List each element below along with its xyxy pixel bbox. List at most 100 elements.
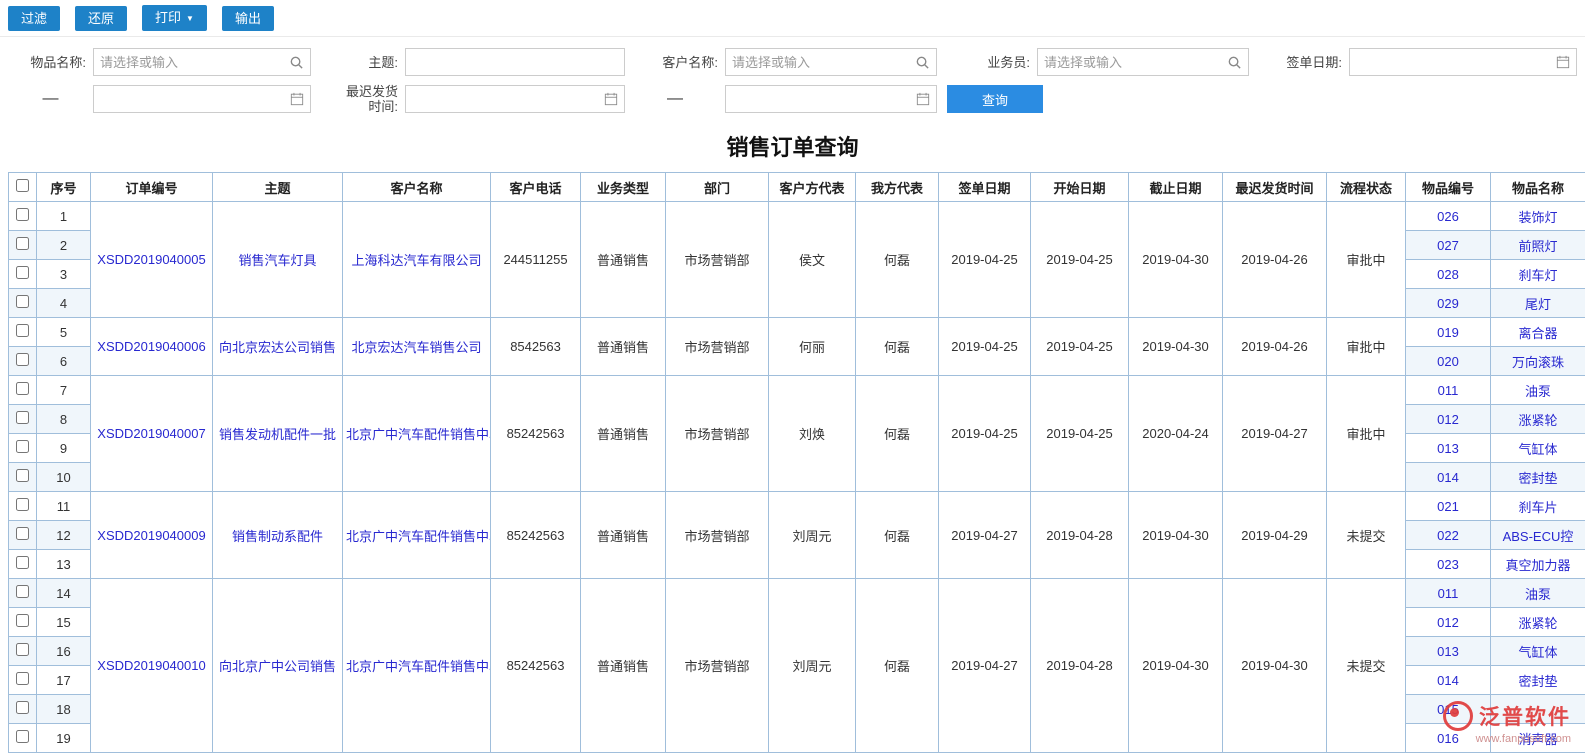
- row-checkbox[interactable]: [16, 730, 29, 743]
- item-no-link[interactable]: 011: [1438, 383, 1459, 398]
- end-date-cell: 2019-04-30: [1129, 579, 1223, 753]
- item-no-link[interactable]: 012: [1437, 615, 1459, 630]
- item-no-link[interactable]: 027: [1437, 238, 1459, 253]
- sign-date-start-input[interactable]: [1350, 50, 1556, 74]
- row-checkbox[interactable]: [16, 440, 29, 453]
- row-checkbox[interactable]: [16, 585, 29, 598]
- export-button[interactable]: 输出: [222, 6, 274, 31]
- row-checkbox[interactable]: [16, 469, 29, 482]
- item-name-link[interactable]: 油泵: [1525, 587, 1551, 602]
- table-row: 11XSDD2019040009销售制动系配件北京广中汽车配件销售中心85242…: [9, 492, 1585, 521]
- row-checkbox[interactable]: [16, 295, 29, 308]
- filter-button[interactable]: 过滤: [8, 6, 60, 31]
- item-no-link[interactable]: 028: [1437, 267, 1459, 282]
- row-checkbox[interactable]: [16, 382, 29, 395]
- item-no-link[interactable]: 011: [1438, 586, 1459, 601]
- customer-cell: 上海科达汽车有限公司: [343, 202, 491, 318]
- item-no-link[interactable]: 012: [1437, 412, 1459, 427]
- item-name-link[interactable]: 密封垫: [1518, 674, 1557, 689]
- item-no-cell: 012: [1406, 608, 1491, 637]
- restore-button[interactable]: 还原: [75, 6, 127, 31]
- customer-link[interactable]: 北京广中汽车配件销售中心: [346, 427, 491, 442]
- item-no-link[interactable]: 021: [1437, 499, 1459, 514]
- item-no-link[interactable]: 014: [1437, 470, 1459, 485]
- item-name-link[interactable]: 前照灯: [1518, 239, 1557, 254]
- row-checkbox[interactable]: [16, 614, 29, 627]
- row-checkbox[interactable]: [16, 672, 29, 685]
- item-no-link[interactable]: 023: [1437, 557, 1459, 572]
- item-no-link[interactable]: 014: [1437, 673, 1459, 688]
- row-checkbox[interactable]: [16, 498, 29, 511]
- item-name-link[interactable]: 离合器: [1518, 326, 1557, 341]
- subject-link[interactable]: 向北京宏达公司销售: [219, 340, 336, 355]
- subject-link[interactable]: 销售制动系配件: [232, 529, 323, 544]
- sign-date-end-input[interactable]: [94, 87, 290, 111]
- column-header: 订单编号: [91, 173, 213, 202]
- row-checkbox[interactable]: [16, 266, 29, 279]
- item-no-link[interactable]: 019: [1437, 325, 1459, 340]
- order-number-link[interactable]: XSDD2019040009: [97, 528, 205, 543]
- search-icon[interactable]: [289, 55, 304, 70]
- checkbox-cell: [9, 550, 37, 579]
- item-no-link[interactable]: 026: [1437, 209, 1459, 224]
- item-name-link[interactable]: 气缸体: [1518, 645, 1557, 660]
- select-all-checkbox[interactable]: [16, 179, 29, 192]
- customer-input[interactable]: [726, 50, 915, 74]
- subject-link[interactable]: 向北京广中公司销售: [219, 659, 336, 674]
- item-name-link[interactable]: 油泵: [1525, 384, 1551, 399]
- query-button[interactable]: 查询: [947, 85, 1043, 113]
- salesman-input[interactable]: [1038, 50, 1227, 74]
- order-number-link[interactable]: XSDD2019040007: [97, 426, 205, 441]
- row-checkbox[interactable]: [16, 324, 29, 337]
- item-name-link[interactable]: 真空加力器: [1505, 558, 1570, 573]
- calendar-icon[interactable]: [290, 92, 304, 106]
- item-name-link[interactable]: 涨紧轮: [1518, 413, 1557, 428]
- item-name-link[interactable]: 涨紧轮: [1518, 616, 1557, 631]
- search-icon[interactable]: [1227, 55, 1242, 70]
- print-button[interactable]: 打印▼: [142, 5, 207, 31]
- item-no-link[interactable]: 022: [1437, 528, 1459, 543]
- calendar-icon[interactable]: [1556, 55, 1570, 69]
- row-checkbox[interactable]: [16, 208, 29, 221]
- item-name-input[interactable]: [94, 50, 289, 74]
- row-checkbox[interactable]: [16, 556, 29, 569]
- start-date-cell: 2019-04-25: [1031, 318, 1129, 376]
- item-name-cell: 油泵: [1491, 376, 1585, 405]
- item-no-link[interactable]: 029: [1437, 296, 1459, 311]
- row-checkbox[interactable]: [16, 237, 29, 250]
- item-no-link[interactable]: 013: [1437, 644, 1459, 659]
- item-no-cell: 029: [1406, 289, 1491, 318]
- row-index: 12: [37, 521, 91, 550]
- item-name-link[interactable]: ABS-ECU控: [1503, 529, 1574, 544]
- item-no-link[interactable]: 020: [1437, 354, 1459, 369]
- item-name-link[interactable]: 密封垫: [1518, 471, 1557, 486]
- item-name-link[interactable]: 装饰灯: [1518, 210, 1557, 225]
- latest-ship-end-input[interactable]: [726, 87, 916, 111]
- row-checkbox[interactable]: [16, 527, 29, 540]
- item-name-link[interactable]: 尾灯: [1525, 297, 1551, 312]
- row-checkbox[interactable]: [16, 701, 29, 714]
- row-checkbox[interactable]: [16, 411, 29, 424]
- item-name-link[interactable]: 刹车片: [1518, 500, 1557, 515]
- subject-input[interactable]: [406, 50, 624, 74]
- item-name-link[interactable]: 万向滚珠: [1512, 355, 1564, 370]
- row-checkbox[interactable]: [16, 643, 29, 656]
- latest-ship-start-input[interactable]: [406, 87, 604, 111]
- item-no-cell: 014: [1406, 463, 1491, 492]
- item-name-link[interactable]: 刹车灯: [1518, 268, 1557, 283]
- customer-link[interactable]: 北京宏达汽车销售公司: [351, 340, 481, 355]
- search-icon[interactable]: [915, 55, 930, 70]
- subject-link[interactable]: 销售发动机配件一批: [219, 427, 336, 442]
- calendar-icon[interactable]: [916, 92, 930, 106]
- item-no-link[interactable]: 013: [1437, 441, 1459, 456]
- row-checkbox[interactable]: [16, 353, 29, 366]
- calendar-icon[interactable]: [604, 92, 618, 106]
- customer-link[interactable]: 北京广中汽车配件销售中心: [346, 659, 491, 674]
- customer-link[interactable]: 北京广中汽车配件销售中心: [346, 529, 491, 544]
- order-number-link[interactable]: XSDD2019040005: [97, 252, 205, 267]
- order-number-link[interactable]: XSDD2019040010: [97, 658, 205, 673]
- order-number-link[interactable]: XSDD2019040006: [97, 339, 205, 354]
- subject-link[interactable]: 销售汽车灯具: [238, 253, 316, 268]
- customer-link[interactable]: 上海科达汽车有限公司: [351, 253, 481, 268]
- item-name-link[interactable]: 气缸体: [1518, 442, 1557, 457]
